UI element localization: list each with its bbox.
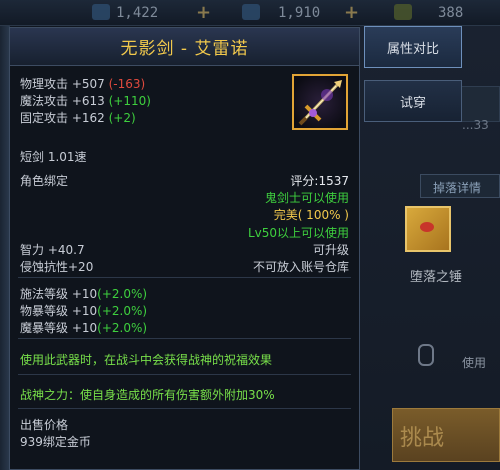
bind-type: 角色绑定	[20, 174, 69, 188]
item-tooltip: 无影剑 - 艾雷诺 物理攻击 +507 (-163) 魔法攻击 +613 (+1…	[9, 27, 360, 470]
usable-class: 鬼剑士可以使用	[264, 191, 349, 205]
phys-crit-level: 物暴等级 +10(+2.0%)	[20, 304, 148, 318]
resource-2: 1,910	[278, 5, 321, 21]
heart-icon	[420, 222, 434, 232]
item-score: 评分:1537	[290, 174, 349, 188]
divider	[18, 374, 351, 375]
divider	[18, 338, 351, 339]
sword-icon	[292, 74, 348, 130]
magic-attack: 魔法攻击 +613 (+110)	[20, 94, 151, 108]
fixed-attack: 固定攻击 +162 (+2)	[20, 111, 136, 125]
divider	[18, 277, 351, 278]
divider	[18, 408, 351, 409]
reward-item-name: 堕落之锤	[410, 270, 463, 285]
set-effect: 战神之力：使自身造成的所有伤害额外附加30%	[20, 388, 275, 402]
resource-bar: 1,422 + 1,910 + 388	[0, 0, 500, 26]
add-icon[interactable]: +	[196, 2, 211, 23]
weapon-type: 短剑 1.01速	[20, 150, 87, 164]
gem-icon	[92, 4, 110, 20]
sell-price-label: 出售价格	[20, 418, 69, 432]
intelligence-stat: 智力 +40.7	[20, 243, 85, 257]
physical-attack: 物理攻击 +507 (-163)	[20, 77, 146, 91]
ring-icon	[418, 344, 434, 366]
cast-level: 施法等级 +10(+2.0%)	[20, 287, 148, 301]
drop-details-button[interactable]: 掉落详情	[420, 174, 500, 198]
crystal-icon	[242, 4, 260, 20]
resource-3: 388	[438, 5, 464, 21]
upgradable-text: 可升级	[312, 243, 349, 257]
add-icon[interactable]: +	[344, 2, 359, 23]
compare-attributes-button[interactable]: 属性对比	[364, 26, 462, 68]
erosion-resist: 侵蚀抗性+20	[20, 260, 94, 274]
leaf-icon	[394, 4, 412, 20]
use-label: 使用	[462, 356, 487, 370]
item-name: 无影剑 - 艾雷诺	[120, 39, 249, 59]
challenge-button-label: 挑战	[400, 426, 445, 451]
weapon-effect: 使用此武器时，在战斗中会获得战神的祝福效果	[20, 353, 273, 367]
tooltip-body: 物理攻击 +507 (-163) 魔法攻击 +613 (+110) 固定攻击 +…	[10, 66, 359, 469]
slot-text: ...33	[462, 118, 489, 132]
no-account-storage: 不可放入账号仓库	[252, 260, 349, 274]
item-quality: 完美( 100% )	[273, 208, 349, 222]
mag-crit-level: 魔暴等级 +10(+2.0%)	[20, 321, 148, 335]
resource-1: 1,422	[116, 5, 159, 21]
level-requirement: Lv50以上可以使用	[247, 226, 349, 240]
try-on-button[interactable]: 试穿	[364, 80, 462, 122]
sell-price-value: 939绑定金币	[20, 435, 91, 449]
tooltip-header: 无影剑 - 艾雷诺	[10, 28, 359, 66]
